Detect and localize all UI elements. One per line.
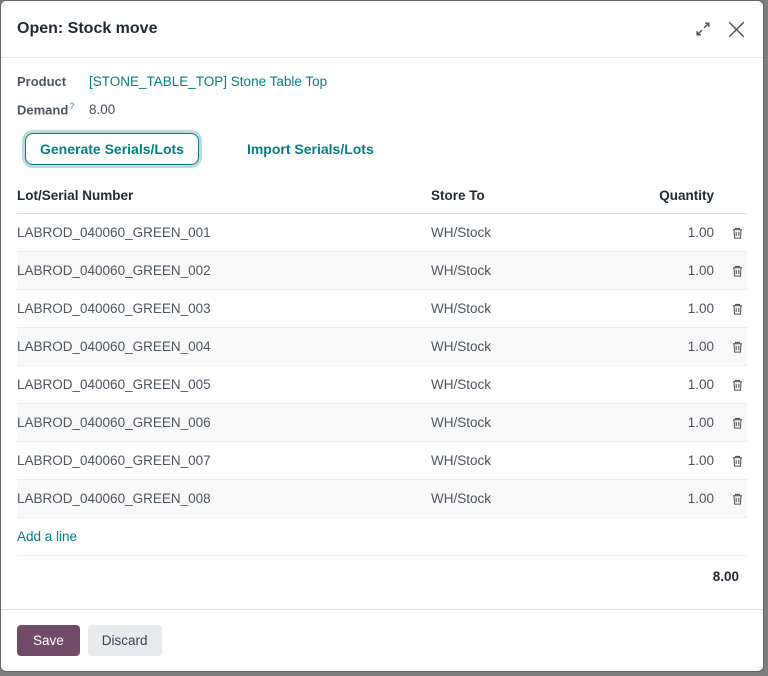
store-to-cell[interactable]: WH/Stock — [431, 225, 638, 240]
stock-move-dialog: Open: Stock move Product [STONE_TABLE_TO… — [1, 1, 763, 671]
add-a-line-link[interactable]: Add a line — [17, 529, 77, 544]
dialog-title: Open: Stock move — [17, 20, 157, 38]
lot-serial-cell[interactable]: LABROD_040060_GREEN_005 — [17, 377, 431, 392]
quantity-cell[interactable]: 1.00 — [638, 263, 714, 278]
store-to-cell[interactable]: WH/Stock — [431, 491, 638, 506]
dialog-body: Product [STONE_TABLE_TOP] Stone Table To… — [1, 58, 763, 609]
quantity-total-row: 8.00 — [17, 556, 747, 584]
trash-icon[interactable] — [714, 340, 747, 354]
serial-table-header: Lot/Serial Number Store To Quantity — [17, 177, 747, 214]
quantity-cell[interactable]: 1.00 — [638, 453, 714, 468]
table-row: LABROD_040060_GREEN_007WH/Stock1.00 — [17, 442, 747, 480]
lot-serial-cell[interactable]: LABROD_040060_GREEN_002 — [17, 263, 431, 278]
expand-icon[interactable] — [696, 22, 710, 36]
trash-icon[interactable] — [714, 264, 747, 278]
quantity-cell[interactable]: 1.00 — [638, 339, 714, 354]
demand-help-icon[interactable]: ? — [69, 101, 75, 111]
lot-serial-cell[interactable]: LABROD_040060_GREEN_004 — [17, 339, 431, 354]
quantity-cell[interactable]: 1.00 — [638, 225, 714, 240]
table-row: LABROD_040060_GREEN_002WH/Stock1.00 — [17, 252, 747, 290]
table-row: LABROD_040060_GREEN_008WH/Stock1.00 — [17, 480, 747, 518]
demand-value: 8.00 — [89, 102, 115, 117]
quantity-cell[interactable]: 1.00 — [638, 415, 714, 430]
generate-serials-button[interactable]: Generate Serials/Lots — [25, 133, 199, 165]
product-field-row: Product [STONE_TABLE_TOP] Stone Table To… — [17, 74, 747, 89]
store-to-cell[interactable]: WH/Stock — [431, 339, 638, 354]
quantity-cell[interactable]: 1.00 — [638, 301, 714, 316]
store-to-cell[interactable]: WH/Stock — [431, 263, 638, 278]
trash-icon[interactable] — [714, 492, 747, 506]
add-line-row: Add a line — [17, 518, 747, 556]
table-row: LABROD_040060_GREEN_005WH/Stock1.00 — [17, 366, 747, 404]
trash-icon[interactable] — [714, 378, 747, 392]
serial-actions-row: Generate Serials/Lots Import Serials/Lot… — [25, 133, 747, 165]
dialog-header: Open: Stock move — [1, 1, 763, 58]
demand-label: Demand? — [17, 101, 89, 117]
lot-serial-cell[interactable]: LABROD_040060_GREEN_007 — [17, 453, 431, 468]
save-button[interactable]: Save — [17, 625, 80, 656]
quantity-cell[interactable]: 1.00 — [638, 491, 714, 506]
quantity-total: 8.00 — [713, 569, 739, 584]
trash-icon[interactable] — [714, 416, 747, 430]
store-to-cell[interactable]: WH/Stock — [431, 453, 638, 468]
quantity-cell[interactable]: 1.00 — [638, 377, 714, 392]
table-row: LABROD_040060_GREEN_004WH/Stock1.00 — [17, 328, 747, 366]
demand-field-row: Demand? 8.00 — [17, 101, 747, 117]
lot-serial-cell[interactable]: LABROD_040060_GREEN_003 — [17, 301, 431, 316]
dialog-header-icons — [696, 21, 745, 38]
dialog-footer: Save Discard — [1, 609, 763, 671]
store-to-cell[interactable]: WH/Stock — [431, 377, 638, 392]
close-icon[interactable] — [728, 21, 745, 38]
product-link[interactable]: [STONE_TABLE_TOP] Stone Table Top — [89, 74, 327, 89]
lot-serial-cell[interactable]: LABROD_040060_GREEN_006 — [17, 415, 431, 430]
product-label: Product — [17, 74, 89, 89]
trash-icon[interactable] — [714, 226, 747, 240]
lot-serial-cell[interactable]: LABROD_040060_GREEN_008 — [17, 491, 431, 506]
lot-serial-cell[interactable]: LABROD_040060_GREEN_001 — [17, 225, 431, 240]
store-to-cell[interactable]: WH/Stock — [431, 301, 638, 316]
header-store-to[interactable]: Store To — [431, 188, 638, 203]
store-to-cell[interactable]: WH/Stock — [431, 415, 638, 430]
serial-table: Lot/Serial Number Store To Quantity LABR… — [17, 177, 747, 584]
header-lot-serial[interactable]: Lot/Serial Number — [17, 188, 431, 203]
table-row: LABROD_040060_GREEN_003WH/Stock1.00 — [17, 290, 747, 328]
table-row: LABROD_040060_GREEN_001WH/Stock1.00 — [17, 214, 747, 252]
table-row: LABROD_040060_GREEN_006WH/Stock1.00 — [17, 404, 747, 442]
discard-button[interactable]: Discard — [88, 625, 162, 656]
import-serials-button[interactable]: Import Serials/Lots — [241, 140, 380, 158]
serial-table-body: LABROD_040060_GREEN_001WH/Stock1.00LABRO… — [17, 214, 747, 518]
trash-icon[interactable] — [714, 454, 747, 468]
trash-icon[interactable] — [714, 302, 747, 316]
header-quantity[interactable]: Quantity — [638, 188, 714, 203]
